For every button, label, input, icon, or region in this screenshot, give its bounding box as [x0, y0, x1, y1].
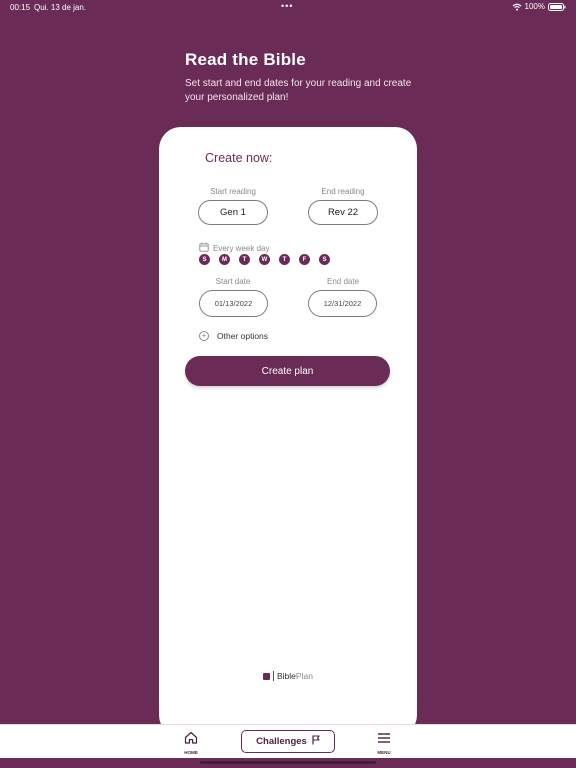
plus-circle-icon: +: [199, 331, 209, 341]
start-date-label: Start date: [215, 277, 251, 286]
day-toggle-tuesday[interactable]: T: [239, 254, 250, 265]
status-time: 00:15: [10, 3, 31, 12]
home-icon: [184, 731, 198, 748]
status-right: 100%: [512, 2, 566, 11]
flag-icon: [312, 735, 320, 748]
challenges-label: Challenges: [256, 736, 307, 747]
day-toggle-thursday[interactable]: T: [279, 254, 290, 265]
challenges-button[interactable]: Challenges: [241, 730, 335, 753]
wifi-icon: [512, 3, 522, 11]
create-now-heading: Create now:: [205, 151, 273, 165]
tab-home-label: HOME: [184, 750, 198, 755]
page-title: Read the Bible: [185, 50, 306, 69]
end-reading-field[interactable]: Rev 22: [308, 200, 378, 225]
logo-mark: [263, 672, 270, 680]
day-toggle-saturday[interactable]: S: [319, 254, 330, 265]
logo-divider: [273, 671, 274, 681]
create-plan-button[interactable]: Create plan: [185, 356, 390, 386]
battery-icon: [548, 2, 566, 11]
day-toggle-friday[interactable]: F: [299, 254, 310, 265]
day-toggle-monday[interactable]: M: [219, 254, 230, 265]
bibleplan-logo: BiblePlan: [263, 671, 313, 681]
end-date-field[interactable]: 12/31/2022: [308, 290, 377, 317]
other-options-label: Other options: [217, 331, 269, 341]
bottom-tab-bar: HOME Challenges MENU: [0, 724, 576, 758]
start-date-field[interactable]: 01/13/2022: [199, 290, 268, 317]
multitasking-dots[interactable]: •••: [281, 1, 293, 11]
status-bar: 00:15 Qui. 13 de jan. ••• 100%: [0, 0, 576, 14]
tab-menu[interactable]: MENU: [374, 731, 394, 755]
tab-menu-label: MENU: [377, 750, 391, 755]
status-date: Qui. 13 de jan.: [34, 3, 87, 12]
home-indicator[interactable]: [200, 761, 376, 764]
hamburger-icon: [377, 731, 391, 748]
day-toggle-sunday[interactable]: S: [199, 254, 210, 265]
start-reading-label: Start reading: [210, 187, 256, 196]
logo-text: BiblePlan: [277, 671, 313, 681]
other-options-toggle[interactable]: + Other options: [199, 331, 268, 341]
end-date-label: End date: [326, 277, 360, 286]
battery-percent: 100%: [524, 2, 545, 11]
day-selector: S M T W T F S: [199, 254, 330, 265]
start-reading-field[interactable]: Gen 1: [198, 200, 268, 225]
page-header: Read the Bible Set start and end dates f…: [185, 50, 425, 104]
logo-text-bible: Bible: [277, 671, 296, 681]
tab-home[interactable]: HOME: [181, 731, 201, 755]
page-subtitle: Set start and end dates for your reading…: [185, 78, 412, 103]
create-plan-card: Create now: Start reading End reading Ge…: [159, 127, 417, 737]
week-day-label: Every week day: [213, 243, 270, 253]
end-reading-label: End reading: [321, 187, 365, 196]
logo-text-plan: Plan: [295, 671, 313, 681]
day-toggle-wednesday[interactable]: W: [259, 254, 270, 265]
